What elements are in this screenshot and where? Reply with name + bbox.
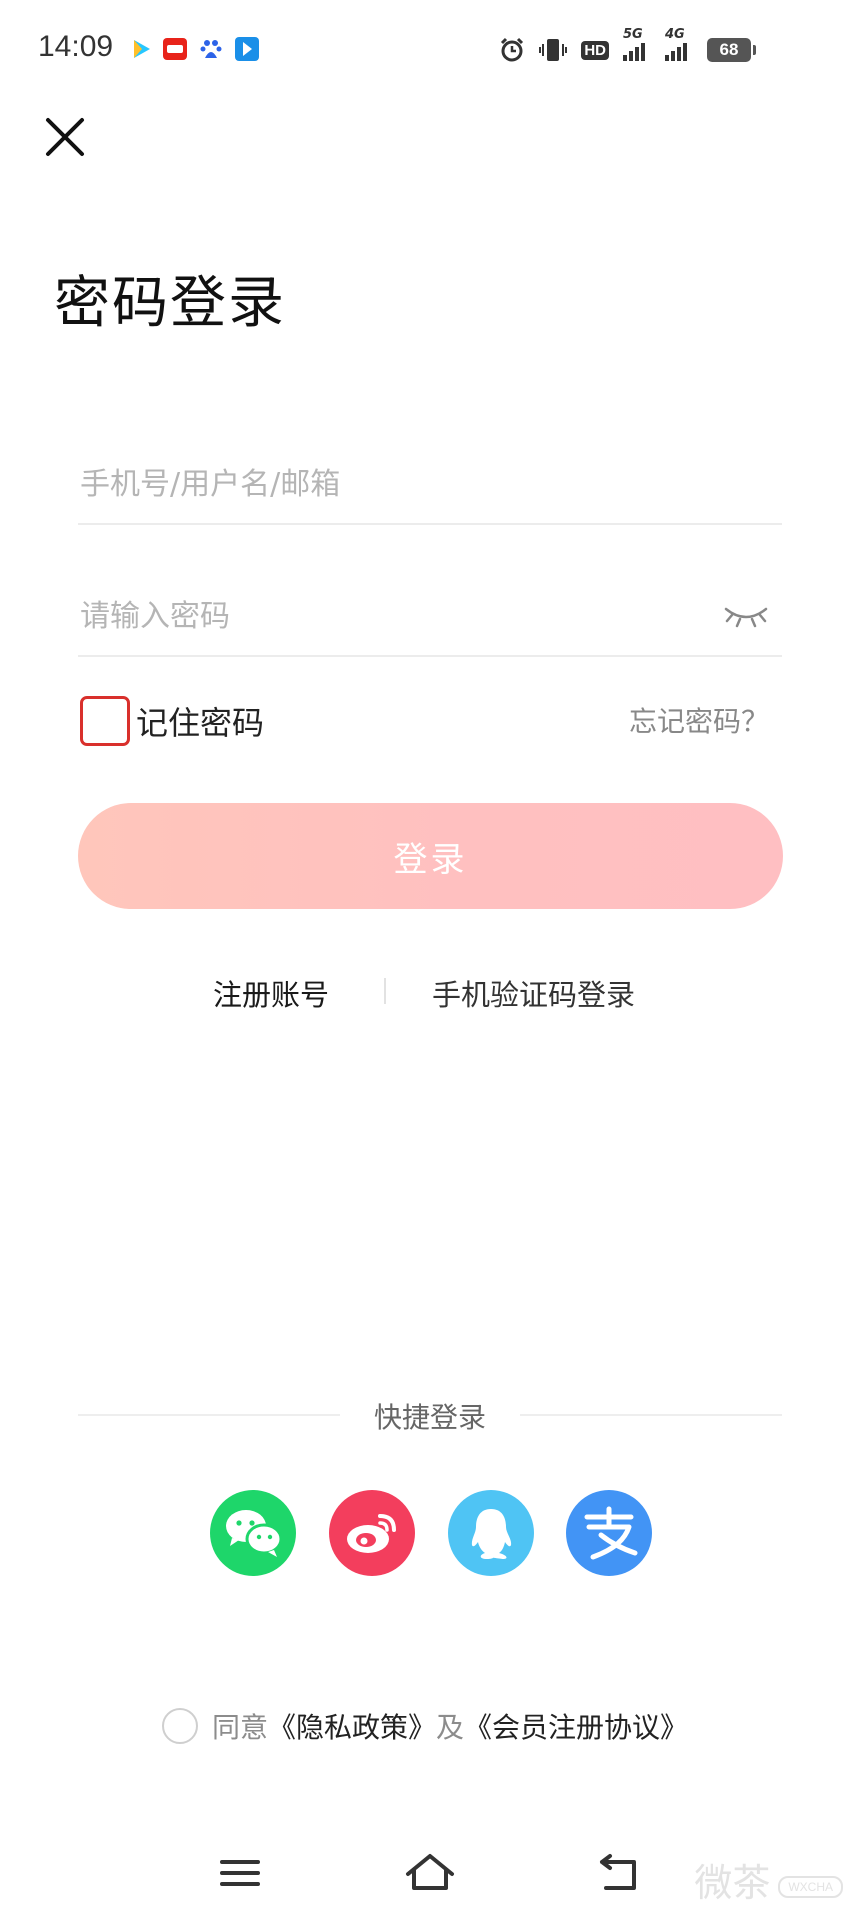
and-text: 及 xyxy=(436,1711,465,1744)
password-input[interactable] xyxy=(80,577,700,655)
login-button[interactable]: 登录 xyxy=(78,803,783,909)
video-app-icon xyxy=(134,40,150,58)
agreement-row: 同意 《隐私政策》 及 《会员注册协议》 xyxy=(162,1706,688,1746)
agree-text: 同意 xyxy=(212,1711,269,1744)
share-app-icon xyxy=(235,37,259,61)
secondary-links: 注册账号 手机验证码登录 xyxy=(0,966,861,1016)
signal-5g-icon: 5G xyxy=(623,27,651,61)
wechat-login-button[interactable] xyxy=(210,1490,296,1576)
remember-password-row[interactable]: 记住密码 xyxy=(80,696,264,746)
watermark-sub: WXCHA xyxy=(778,1875,843,1898)
weibo-login-button[interactable] xyxy=(329,1490,415,1576)
status-bar: 14:09 HD 5G 4G 68 xyxy=(0,0,861,100)
eye-closed-icon[interactable] xyxy=(722,601,770,631)
account-input[interactable] xyxy=(80,445,700,523)
member-agreement-link[interactable]: 《会员注册协议》 xyxy=(464,1706,688,1746)
status-indicators: HD 5G 4G 68 xyxy=(499,27,756,68)
agreement-radio[interactable] xyxy=(162,1708,198,1744)
alipay-login-button[interactable] xyxy=(566,1490,652,1576)
qq-icon xyxy=(471,1509,512,1559)
forgot-password-link[interactable]: 忘记密码？ xyxy=(629,700,769,740)
sms-login-link[interactable]: 手机验证码登录 xyxy=(432,972,635,1014)
signal-4g-icon: 4G xyxy=(665,27,693,61)
alipay-icon xyxy=(584,1506,638,1560)
baidu-app-icon xyxy=(200,40,222,58)
quick-login-title: 快捷登录 xyxy=(373,1401,486,1434)
remember-password-label: 记住密码 xyxy=(136,704,265,742)
vibrate-icon xyxy=(539,39,568,61)
status-time: 14:09 xyxy=(38,30,114,63)
wechat-icon xyxy=(226,1510,283,1557)
quick-login-header: 快捷登录 xyxy=(78,1390,782,1440)
close-icon[interactable] xyxy=(40,112,90,162)
page-title: 密码登录 xyxy=(54,271,286,336)
back-icon[interactable] xyxy=(592,1848,652,1898)
qq-login-button[interactable] xyxy=(448,1490,534,1576)
hd-icon: HD xyxy=(581,40,609,60)
privacy-policy-link[interactable]: 《隐私政策》 xyxy=(268,1706,436,1746)
password-field-container xyxy=(78,577,782,657)
alarm-icon xyxy=(501,37,524,62)
register-link[interactable]: 注册账号 xyxy=(213,972,329,1014)
quick-login-divider-right xyxy=(520,1414,782,1416)
weibo-icon xyxy=(347,1514,396,1553)
home-icon[interactable] xyxy=(400,1848,460,1898)
battery-icon: 68 xyxy=(707,38,756,62)
account-field-container xyxy=(78,445,782,525)
link-divider xyxy=(384,978,386,1004)
remember-checkbox[interactable] xyxy=(80,696,130,746)
menu-icon[interactable] xyxy=(210,1848,270,1898)
watermark-text: 微茶 xyxy=(694,1861,771,1905)
watermark: 微茶 WXCHA xyxy=(694,1852,843,1907)
store-app-icon xyxy=(163,38,187,60)
login-button-label: 登录 xyxy=(393,839,468,880)
